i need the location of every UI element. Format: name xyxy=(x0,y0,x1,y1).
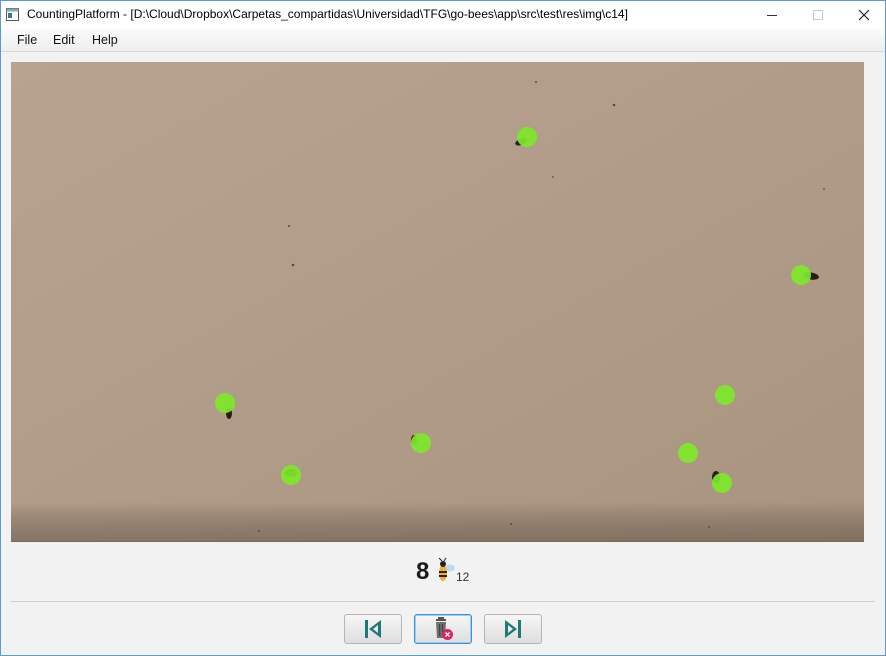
menu-edit[interactable]: Edit xyxy=(51,32,77,48)
frame-canvas[interactable] xyxy=(11,62,864,541)
previous-icon xyxy=(365,620,381,638)
maximize-button[interactable] xyxy=(795,1,841,29)
menu-file[interactable]: File xyxy=(15,32,39,48)
close-icon xyxy=(858,9,870,21)
minimize-button[interactable] xyxy=(749,1,795,29)
bee-marker[interactable] xyxy=(281,465,301,485)
next-button[interactable] xyxy=(484,614,542,644)
delete-button[interactable] xyxy=(414,614,472,644)
menu-bar: File Edit Help xyxy=(1,29,885,52)
app-window: CountingPlatform - [D:\Cloud\Dropbox\Car… xyxy=(0,0,886,656)
bee-marker[interactable] xyxy=(517,127,537,147)
bee-marker[interactable] xyxy=(715,385,735,405)
menu-help[interactable]: Help xyxy=(90,32,120,48)
title-bar[interactable]: CountingPlatform - [D:\Cloud\Dropbox\Car… xyxy=(1,1,885,29)
frame-image[interactable] xyxy=(11,62,864,542)
image-background xyxy=(11,62,864,541)
bee-marker[interactable] xyxy=(215,393,235,413)
window-title: CountingPlatform - [D:\Cloud\Dropbox\Car… xyxy=(27,7,628,21)
bee-marker[interactable] xyxy=(411,433,431,453)
count-total: 12 xyxy=(456,570,470,584)
maximize-icon xyxy=(813,10,823,20)
bee-marker[interactable] xyxy=(712,473,732,493)
image-shadow xyxy=(11,502,864,541)
bee-marker[interactable] xyxy=(678,443,698,463)
count-value: 8 xyxy=(416,558,430,585)
next-icon xyxy=(505,620,521,638)
minimize-icon xyxy=(767,15,777,16)
close-button[interactable] xyxy=(841,1,886,29)
separator xyxy=(11,601,875,602)
delete-icon xyxy=(436,617,453,640)
app-window-icon xyxy=(6,8,19,21)
bee-count: 8 12 xyxy=(1,554,885,588)
bee-icon xyxy=(438,557,455,581)
bee-marker[interactable] xyxy=(791,265,811,285)
previous-button[interactable] xyxy=(344,614,402,644)
